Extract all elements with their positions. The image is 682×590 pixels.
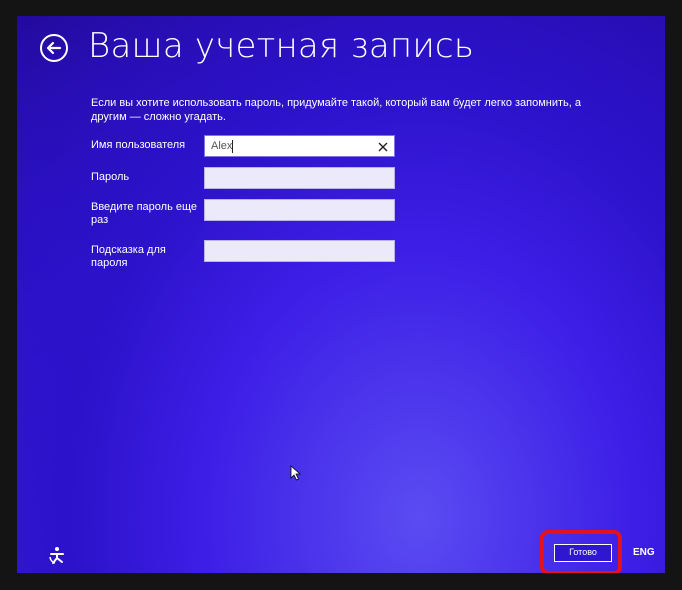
page-title: Ваша учетная запись [88,26,475,66]
text-caret [232,140,233,153]
username-label: Имя пользователя [91,139,186,151]
language-indicator[interactable]: ENG [633,547,655,558]
password-hint-label: Подсказка для пароля [91,244,166,269]
instruction-text: Если вы хотите использовать пароль, прид… [91,97,582,123]
password-confirm-label: Введите пароль еще раз [91,201,198,226]
password-label: Пароль [91,171,130,183]
back-button[interactable] [40,34,68,62]
password-hint-field[interactable] [204,240,395,262]
monitor-frame: Ваша учетная запись Если вы хотите испол… [0,0,682,590]
password-confirm-field[interactable] [204,199,395,221]
back-arrow-icon [46,41,62,55]
ease-of-access-icon[interactable] [47,545,67,565]
mouse-pointer-icon [290,465,302,481]
username-value: Alex [211,140,233,152]
username-field[interactable]: Alex [204,135,395,157]
close-icon [378,142,388,152]
done-button[interactable]: Готово [554,544,612,562]
clear-username-button[interactable] [376,139,390,153]
setup-screen: Ваша учетная запись Если вы хотите испол… [17,16,665,573]
password-field[interactable] [204,167,395,189]
